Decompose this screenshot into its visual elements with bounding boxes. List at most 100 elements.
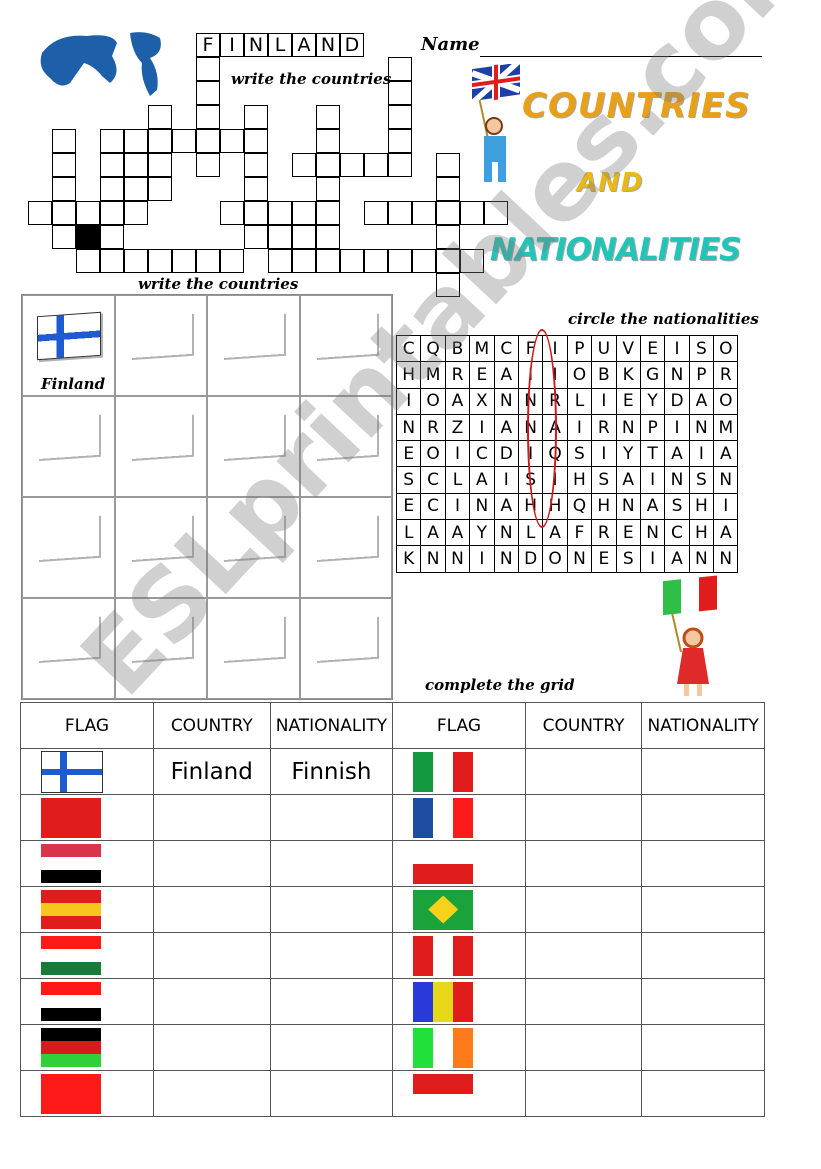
country-cell[interactable] [152, 794, 271, 841]
crossword-cell[interactable] [484, 201, 508, 225]
word-search-letter[interactable]: O [420, 440, 446, 468]
word-search-letter[interactable]: L [444, 466, 471, 494]
crossword-cell[interactable] [196, 105, 220, 129]
word-search-letter[interactable]: N [713, 466, 739, 494]
crossword-cell[interactable] [460, 249, 484, 273]
word-search-letter[interactable]: A [493, 413, 519, 442]
word-search-letter[interactable]: C [469, 440, 495, 468]
crossword-cell[interactable] [100, 201, 124, 225]
crossword-cell[interactable] [196, 81, 220, 105]
crossword-cell[interactable] [124, 177, 148, 201]
crossword-cell[interactable] [292, 201, 316, 225]
word-search-letter[interactable]: N [664, 466, 690, 494]
word-search-letter[interactable]: I [566, 413, 593, 442]
word-search-letter[interactable]: I [639, 466, 666, 494]
nationality-cell[interactable] [269, 978, 394, 1025]
nationality-cell[interactable] [641, 1024, 765, 1071]
word-search-letter[interactable]: B [591, 361, 617, 389]
crossword-cell[interactable] [148, 249, 172, 273]
crossword-cell[interactable] [52, 201, 76, 225]
crossword-cell[interactable] [364, 153, 388, 177]
word-search-letter[interactable]: D [664, 387, 690, 415]
word-search-letter[interactable]: A [713, 519, 739, 547]
word-search-letter[interactable]: I [444, 440, 471, 468]
word-search-letter[interactable]: I [469, 413, 495, 442]
word-search-letter[interactable]: O [713, 334, 739, 363]
word-search-letter[interactable]: A [444, 519, 471, 547]
word-search-letter[interactable]: N [615, 492, 641, 521]
crossword-cell[interactable] [292, 249, 316, 273]
crossword-cell[interactable] [388, 105, 412, 129]
word-search-letter[interactable]: C [664, 519, 690, 547]
crossword-cell[interactable] [340, 249, 364, 273]
crossword-cell[interactable] [388, 57, 412, 81]
country-cell[interactable] [524, 840, 643, 887]
word-search-letter[interactable]: P [566, 334, 593, 363]
word-search-letter[interactable]: S [688, 466, 715, 494]
word-search-letter[interactable]: G [639, 361, 666, 389]
word-search-letter[interactable]: N [664, 361, 690, 389]
word-search-letter[interactable]: F [566, 519, 593, 547]
word-search-letter[interactable]: I [591, 440, 617, 468]
word-search-letter[interactable]: C [420, 466, 446, 494]
country-cell[interactable]: Finland [152, 748, 271, 795]
nationality-cell[interactable] [641, 840, 765, 887]
word-search-letter[interactable]: H [395, 361, 422, 389]
crossword-cell[interactable] [172, 249, 196, 273]
word-search-letter[interactable]: A [420, 519, 446, 547]
word-search-letter[interactable]: N [493, 545, 519, 573]
crossword-cell[interactable] [100, 249, 124, 273]
word-search-letter[interactable]: D [493, 440, 519, 468]
word-search-letter[interactable]: Q [420, 334, 446, 363]
word-search-letter[interactable]: S [615, 545, 641, 573]
word-search-letter[interactable]: N [493, 387, 519, 415]
word-search-letter[interactable]: O [542, 545, 568, 573]
word-search-letter[interactable]: E [615, 519, 641, 547]
crossword-cell[interactable] [100, 153, 124, 177]
crossword-cell[interactable] [412, 249, 436, 273]
crossword-cell[interactable] [316, 225, 340, 249]
crossword-cell[interactable] [196, 129, 220, 153]
crossword-cell[interactable] [436, 273, 460, 297]
word-search-letter[interactable]: N [420, 545, 446, 573]
word-search-letter[interactable]: X [469, 387, 495, 415]
word-search-letter[interactable]: Y [615, 440, 641, 468]
crossword-cell[interactable] [244, 177, 268, 201]
crossword-cell[interactable] [172, 129, 196, 153]
crossword-cell[interactable] [268, 201, 292, 225]
crossword-cell[interactable] [364, 249, 388, 273]
crossword-cell[interactable] [52, 129, 76, 153]
word-search-letter[interactable]: I [444, 492, 471, 521]
nationality-cell[interactable]: Finnish [269, 748, 394, 795]
crossword-cell[interactable] [388, 81, 412, 105]
word-search-letter[interactable]: M [713, 413, 739, 442]
crossword-cell[interactable] [220, 249, 244, 273]
word-search-letter[interactable]: A [664, 545, 690, 573]
word-search-letter[interactable]: I [688, 440, 715, 468]
word-search-letter[interactable]: H [566, 466, 593, 494]
crossword-cell[interactable] [436, 153, 460, 177]
word-search-letter[interactable]: L [395, 519, 422, 547]
crossword-cell[interactable] [388, 249, 412, 273]
word-search-letter[interactable]: A [615, 466, 641, 494]
word-search-letter[interactable]: I [713, 492, 739, 521]
crossword-cell[interactable] [244, 153, 268, 177]
word-search-letter[interactable]: I [664, 413, 690, 442]
word-search-letter[interactable]: M [420, 361, 446, 389]
crossword-cell[interactable] [316, 153, 340, 177]
word-search-letter[interactable]: C [420, 492, 446, 521]
word-search-letter[interactable]: V [615, 334, 641, 363]
word-search-letter[interactable]: P [688, 361, 715, 389]
word-search-letter[interactable]: A [493, 492, 519, 521]
word-search-letter[interactable]: K [395, 545, 422, 573]
crossword-cell[interactable] [340, 153, 364, 177]
word-search-letter[interactable]: H [688, 519, 715, 547]
word-search-letter[interactable]: A [444, 387, 471, 415]
crossword-cell[interactable] [124, 153, 148, 177]
word-search-letter[interactable]: A [664, 440, 690, 468]
crossword-cell[interactable] [52, 177, 76, 201]
country-cell[interactable] [152, 1024, 271, 1071]
crossword-cell[interactable] [316, 129, 340, 153]
crossword-cell[interactable] [220, 201, 244, 225]
word-search-letter[interactable]: U [591, 334, 617, 363]
